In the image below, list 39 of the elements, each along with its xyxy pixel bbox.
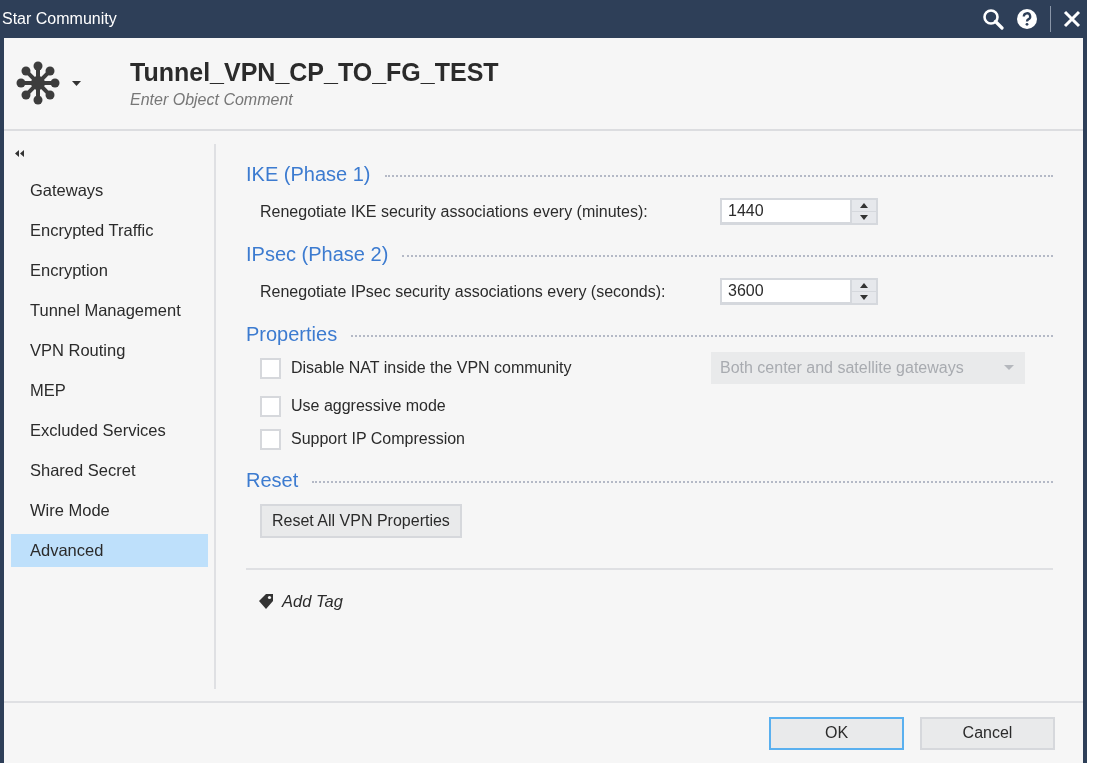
checkbox-label: Use aggressive mode xyxy=(291,397,447,415)
field-label: Renegotiate IKE security associations every (minutes): xyxy=(260,202,649,221)
sidebar-item[interactable]: Excluded Services xyxy=(11,414,208,447)
comment-field[interactable]: Enter Object Comment xyxy=(130,91,430,109)
dialog-button[interactable]: OK xyxy=(769,716,904,750)
section-title: IKE (Phase 1) xyxy=(246,163,371,186)
field-label: Renegotiate IPsec security associations every (seconds): xyxy=(260,282,667,301)
sidebar-item[interactable]: Tunnel Management xyxy=(11,294,208,327)
section-title: Properties xyxy=(246,323,338,346)
checkbox[interactable] xyxy=(260,357,281,379)
window-title: Star Community xyxy=(2,10,117,28)
reset-button[interactable]: Reset All VPN Properties xyxy=(260,504,462,538)
dialog-button[interactable]: Cancel xyxy=(920,716,1055,750)
checkbox-label: Disable NAT inside the VPN community xyxy=(291,359,573,377)
sidebar-item[interactable]: Encryption xyxy=(11,254,208,287)
checkbox[interactable] xyxy=(260,428,281,450)
object-name[interactable]: Tunnel_VPN_CP_TO_FG_TEST xyxy=(130,58,499,87)
search-icon[interactable] xyxy=(982,8,1004,30)
collapse-icon[interactable] xyxy=(15,150,25,157)
sidebar-item[interactable]: Gateways xyxy=(11,174,208,207)
checkbox-label: Support IP Compression xyxy=(291,430,466,448)
section-title: IPsec (Phase 2) xyxy=(246,243,389,266)
add-tag-link[interactable]: Add Tag xyxy=(282,592,343,611)
star-network-icon xyxy=(16,60,60,105)
sidebar-item[interactable]: Wire Mode xyxy=(11,494,208,527)
number-spinner[interactable]: 3600 xyxy=(720,278,878,305)
sidebar-item[interactable]: Shared Secret xyxy=(11,454,208,487)
number-spinner[interactable]: 1440 xyxy=(720,198,878,225)
caret-icon xyxy=(1004,365,1014,371)
checkbox[interactable] xyxy=(260,395,281,417)
section-title: Reset xyxy=(246,469,299,492)
tag-icon xyxy=(258,593,274,610)
sidebar-item[interactable]: VPN Routing xyxy=(11,334,208,367)
caret-icon[interactable] xyxy=(72,80,81,87)
help-icon[interactable] xyxy=(1016,8,1038,30)
close-icon[interactable] xyxy=(1063,10,1081,28)
sidebar-item[interactable]: MEP xyxy=(11,374,208,407)
sidebar-item[interactable]: Advanced xyxy=(11,534,208,567)
sidebar-item[interactable]: Encrypted Traffic xyxy=(11,214,208,247)
